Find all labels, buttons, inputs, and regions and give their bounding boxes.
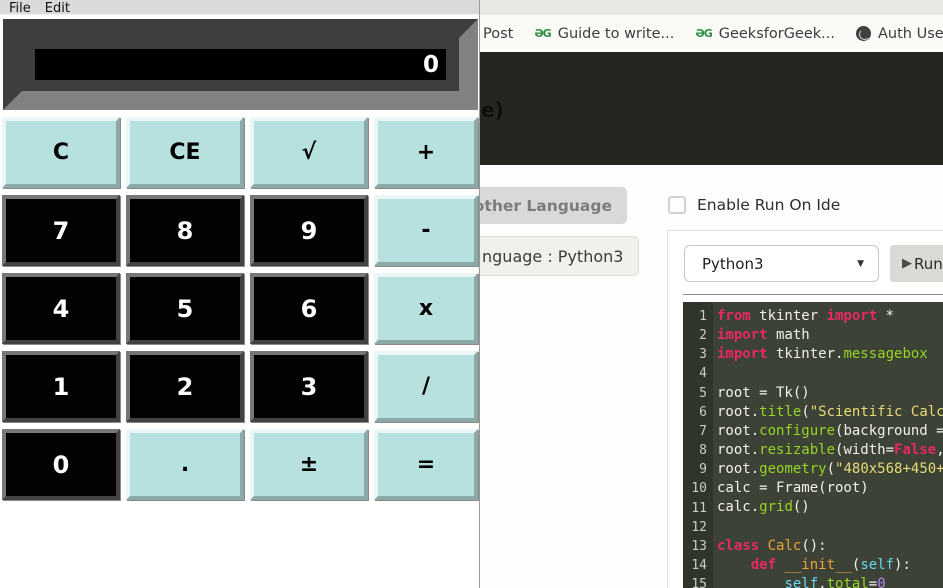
code-line: import math	[717, 326, 943, 345]
calc-button-c[interactable]: C	[2, 117, 120, 188]
calculator-display-value: 0	[423, 52, 439, 78]
calc-button-sqrt[interactable]: √	[250, 117, 368, 188]
line-number: 15	[683, 575, 707, 588]
line-number: 12	[683, 518, 707, 537]
page-header: e)	[480, 52, 943, 165]
screen: Post ƏG Guide to write... ƏG GeeksforGeek...…	[0, 0, 943, 588]
code-line: root = Tk()	[717, 384, 943, 403]
line-number: 5	[683, 384, 707, 403]
code-line: calc = Frame(root)	[717, 479, 943, 498]
calc-button-minus[interactable]: -	[374, 195, 478, 266]
bookmarks-list: Post ƏG Guide to write... ƏG GeeksforGeek...…	[470, 26, 943, 42]
calc-button-plusminus[interactable]: ±	[250, 429, 368, 500]
bookmark-label: Post	[483, 26, 513, 42]
bookmark-item[interactable]: ƏG Guide to write...	[534, 26, 674, 42]
bookmark-label: Auth User – D	[878, 26, 943, 42]
line-number: 6	[683, 403, 707, 422]
bookmark-item[interactable]: ƏG GeeksforGeek...	[695, 26, 835, 42]
language-select-value: Python3	[702, 255, 764, 273]
calc-button-equals[interactable]: =	[374, 429, 478, 500]
chevron-down-icon: ▼	[857, 259, 864, 269]
calc-button-multiply[interactable]: x	[374, 273, 478, 344]
bookmark-item[interactable]: Post	[483, 26, 513, 42]
line-number: 11	[683, 499, 707, 518]
calc-button-plus[interactable]: +	[374, 117, 478, 188]
calculator-display-frame: 0	[3, 19, 478, 110]
geeksforgeeks-icon: ƏG	[534, 27, 550, 40]
line-number: 7	[683, 422, 707, 441]
enable-run-on-ide-checkbox[interactable]	[668, 196, 686, 214]
code-content[interactable]: from tkinter import *import mathimport t…	[713, 302, 943, 588]
bookmark-label: Guide to write...	[558, 26, 675, 42]
calc-button-6[interactable]: 6	[250, 273, 368, 344]
calc-button-divide[interactable]: /	[374, 351, 478, 422]
calc-button-0[interactable]: 0	[2, 429, 120, 500]
calc-button-1[interactable]: 1	[2, 351, 120, 422]
line-number: 14	[683, 556, 707, 575]
calc-button-5[interactable]: 5	[126, 273, 244, 344]
calc-button-8[interactable]: 8	[126, 195, 244, 266]
calculator-window: File Edit 0 CCE√+789- 456x 123/ 0.±=	[0, 0, 480, 588]
calc-button-dot[interactable]: .	[126, 429, 244, 500]
menu-edit[interactable]: Edit	[45, 0, 70, 14]
bookmark-item[interactable]: Auth User – D	[856, 26, 943, 42]
calc-button-4[interactable]: 4	[2, 273, 120, 344]
line-number: 10	[683, 479, 707, 498]
code-editor[interactable]: 123456789101112131415 from tkinter impor…	[683, 302, 943, 588]
calculator-display[interactable]: 0	[35, 49, 446, 80]
calc-button-3[interactable]: 3	[250, 351, 368, 422]
code-line: root.resizable(width=False,	[717, 441, 943, 460]
menu-file[interactable]: File	[9, 0, 31, 14]
language-select[interactable]: Python3 ▼	[684, 245, 879, 282]
enable-run-on-ide-label: Enable Run On Ide	[697, 196, 840, 214]
code-line: def __init__(self):	[717, 556, 943, 575]
code-line: self.total=0	[717, 575, 943, 588]
line-number: 9	[683, 460, 707, 479]
globe-icon	[856, 26, 871, 41]
geeksforgeeks-icon: ƏG	[695, 27, 711, 40]
line-number-gutter: 123456789101112131415	[683, 302, 713, 588]
calc-button-7[interactable]: 7	[2, 195, 120, 266]
code-line: root.geometry("480x568+450+	[717, 460, 943, 479]
line-number: 1	[683, 307, 707, 326]
code-line: class Calc():	[717, 537, 943, 556]
code-line: calc.grid()	[717, 498, 943, 517]
line-number: 3	[683, 345, 707, 364]
calc-button-2[interactable]: 2	[126, 351, 244, 422]
page-title-partial: e)	[481, 98, 504, 122]
browser-top-strip	[470, 0, 943, 15]
play-icon: ▶	[902, 256, 912, 271]
code-line: from tkinter import *	[717, 307, 943, 326]
run-button-label: Run	[914, 255, 943, 273]
calc-button-ce[interactable]: CE	[126, 117, 244, 188]
ide-separator	[683, 294, 943, 295]
line-number: 2	[683, 326, 707, 345]
bookmark-label: GeeksforGeek...	[719, 26, 835, 42]
ide-panel: Python3 ▼ ▶ Run 123456789101112131415 fr…	[667, 230, 943, 588]
code-line	[717, 518, 943, 537]
calc-button-9[interactable]: 9	[250, 195, 368, 266]
line-number: 4	[683, 364, 707, 383]
bookmarks-bar: Post ƏG Guide to write... ƏG GeeksforGeek...…	[470, 15, 943, 52]
line-number: 8	[683, 441, 707, 460]
calculator-keypad: CCE√+789- 456x 123/ 0.±=	[0, 110, 480, 510]
run-button[interactable]: ▶ Run	[890, 245, 943, 282]
code-line: import tkinter.messagebox	[717, 345, 943, 364]
code-line: root.configure(background =	[717, 422, 943, 441]
line-number: 13	[683, 537, 707, 556]
code-line	[717, 364, 943, 383]
calculator-menubar: File Edit	[0, 0, 479, 15]
code-line: root.title("Scientific Calcu	[717, 403, 943, 422]
